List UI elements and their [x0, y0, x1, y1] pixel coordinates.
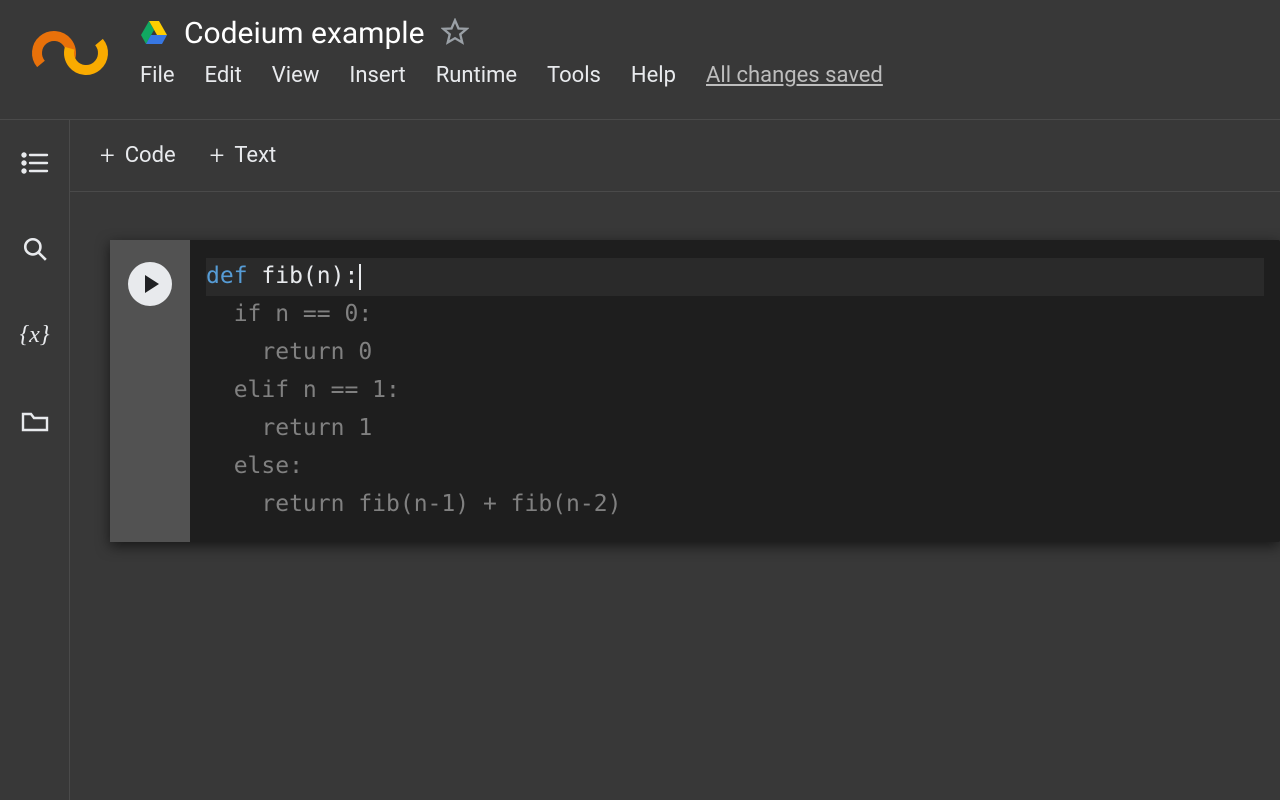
variables-icon[interactable]: {x}: [20, 320, 50, 350]
menu-help[interactable]: Help: [631, 63, 676, 88]
star-icon[interactable]: [441, 18, 469, 50]
notebook-area: def fib(n): if n == 0: return 0 elif n =…: [70, 192, 1280, 800]
menu-view[interactable]: View: [272, 63, 320, 88]
code-keyword: def: [206, 263, 248, 289]
colab-logo[interactable]: [0, 8, 140, 78]
add-code-label: Code: [125, 143, 176, 168]
menu-edit[interactable]: Edit: [205, 63, 242, 88]
menu-runtime[interactable]: Runtime: [436, 63, 517, 88]
menu-bar: File Edit View Insert Runtime Tools Help…: [140, 63, 1280, 88]
code-editor[interactable]: def fib(n): if n == 0: return 0 elif n =…: [190, 240, 1280, 542]
toc-icon[interactable]: [20, 148, 50, 178]
run-button[interactable]: [128, 262, 172, 306]
app-header: Codeium example File Edit View Insert Ru…: [0, 0, 1280, 120]
plus-icon: +: [210, 141, 225, 171]
add-code-button[interactable]: + Code: [100, 141, 176, 171]
search-icon[interactable]: [20, 234, 50, 264]
code-cell[interactable]: def fib(n): if n == 0: return 0 elif n =…: [110, 240, 1280, 542]
plus-icon: +: [100, 141, 115, 171]
drive-icon: [140, 19, 168, 49]
text-cursor: [359, 264, 361, 290]
menu-file[interactable]: File: [140, 63, 175, 88]
files-icon[interactable]: [20, 406, 50, 436]
notebook-toolbar: + Code + Text: [70, 120, 1280, 192]
code-text: fib(n):: [248, 263, 359, 289]
document-title[interactable]: Codeium example: [184, 16, 425, 51]
menu-tools[interactable]: Tools: [547, 63, 601, 88]
menu-insert[interactable]: Insert: [349, 63, 405, 88]
ghost-suggestion: if n == 0: return 0 elif n == 1: return …: [206, 301, 621, 517]
save-status[interactable]: All changes saved: [706, 63, 883, 88]
cell-gutter: [110, 240, 190, 542]
add-text-label: Text: [234, 143, 276, 168]
left-sidebar: {x}: [0, 120, 70, 800]
play-icon: [145, 275, 159, 293]
add-text-button[interactable]: + Text: [210, 141, 277, 171]
